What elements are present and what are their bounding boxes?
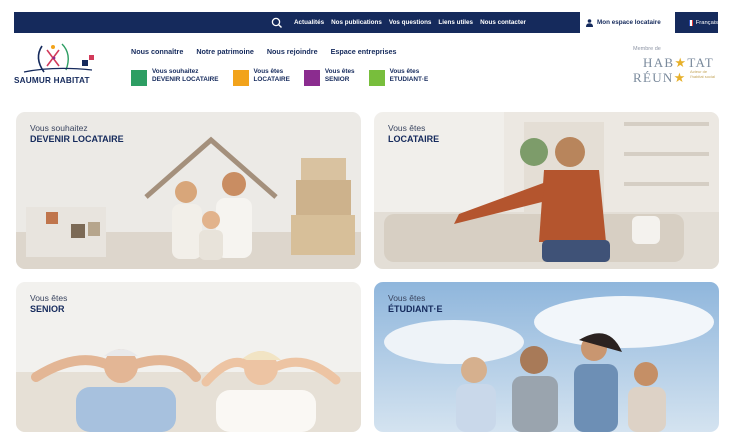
utility-links: Actualités Nos publications Vos question… — [294, 12, 526, 33]
user-icon — [586, 18, 593, 27]
shortcut-line1: Vous êtes — [324, 68, 355, 75]
orange-square-icon — [232, 70, 249, 86]
shortcut-line1: Vous souhaitez — [152, 68, 199, 75]
card-title-line2: DEVENIR LOCATAIRE — [30, 134, 124, 144]
saumur-habitat-logo[interactable]: SAUMUR HABITAT — [14, 40, 114, 92]
link-contact[interactable]: Nous contacter — [480, 19, 526, 26]
card-title-line1: Vous êtes — [30, 293, 68, 303]
card-title-line1: Vous êtes — [388, 293, 426, 303]
top-bar: Actualités Nos publications Vos question… — [14, 12, 718, 33]
lime-square-icon — [368, 70, 385, 86]
card-title-line2: ÉTUDIANT·E — [388, 304, 443, 314]
shortcut-line2: ETUDIANT·E — [389, 75, 429, 83]
french-flag-icon — [689, 19, 693, 26]
main-nav: Nous connaître Notre patrimoine Nous rej… — [131, 47, 397, 56]
star-icon: ★ — [673, 70, 687, 85]
shortcut-line2: LOCATAIRE — [253, 75, 290, 83]
logo-text: SAUMUR HABITAT — [14, 76, 90, 85]
audience-shortcuts: Vous souhaitez DEVENIR LOCATAIRE Vous ête… — [131, 68, 442, 86]
card-title-line2: SENIOR — [30, 304, 65, 314]
purple-square-icon — [303, 70, 320, 86]
card-locataire[interactable]: Vous êtes LOCATAIRE — [374, 112, 719, 269]
shortcut-etudiant[interactable]: Vous êtes ETUDIANT·E — [368, 68, 429, 86]
shortcut-senior[interactable]: Vous êtes SENIOR — [303, 68, 355, 86]
senior-couple-photo — [16, 282, 361, 432]
member-tat: TAT — [687, 55, 715, 70]
member-prefix: Membre de — [633, 46, 661, 52]
language-label: Français — [695, 19, 718, 26]
shortcut-devenir-locataire[interactable]: Vous souhaitez DEVENIR LOCATAIRE — [131, 68, 219, 86]
card-title-line1: Vous souhaitez — [30, 123, 88, 133]
nav-espace-entreprises[interactable]: Espace entreprises — [331, 47, 397, 56]
card-etudiant[interactable]: Vous êtes ÉTUDIANT·E — [374, 282, 719, 432]
tenant-space-label: Mon espace locataire — [597, 19, 661, 26]
shortcut-line2: DEVENIR LOCATAIRE — [152, 75, 219, 83]
link-actualites[interactable]: Actualités — [294, 19, 324, 26]
card-senior[interactable]: Vous êtes SENIOR — [16, 282, 361, 432]
member-hab: HAB — [643, 55, 675, 70]
tenant-space-button[interactable]: Mon espace locataire — [580, 12, 675, 33]
link-questions[interactable]: Vos questions — [389, 19, 432, 26]
shortcut-line2: SENIOR — [324, 75, 350, 83]
member-logo-line2: RÉUN★ — [633, 70, 687, 86]
nav-nous-connaitre[interactable]: Nous connaître — [131, 47, 183, 56]
nav-nous-rejoindre[interactable]: Nous rejoindre — [267, 47, 318, 56]
shortcut-line1: Vous êtes — [253, 68, 284, 75]
search-icon[interactable] — [270, 16, 284, 30]
card-caption: Vous êtes ÉTUDIANT·E — [388, 293, 443, 314]
card-caption: Vous êtes SENIOR — [30, 293, 67, 314]
language-selector[interactable]: Français — [681, 12, 718, 33]
link-liens-utiles[interactable]: Liens utiles — [438, 19, 473, 26]
card-title-line1: Vous êtes — [388, 123, 426, 133]
star-icon: ★ — [674, 55, 688, 70]
card-title-line2: LOCATAIRE — [388, 134, 440, 144]
member-tagline: Acteur de l'habitat social — [690, 69, 715, 79]
habitat-reunion-logo[interactable]: Membre de HAB★TAT RÉUN★ Acteur de l'habi… — [633, 46, 723, 96]
nav-notre-patrimoine[interactable]: Notre patrimoine — [196, 47, 254, 56]
card-caption: Vous souhaitez DEVENIR LOCATAIRE — [30, 123, 124, 144]
shortcut-line1: Vous êtes — [389, 68, 420, 75]
link-publications[interactable]: Nos publications — [331, 19, 382, 26]
card-caption: Vous êtes LOCATAIRE — [388, 123, 439, 144]
green-square-icon — [131, 70, 147, 86]
card-devenir-locataire[interactable]: Vous souhaitez DEVENIR LOCATAIRE — [16, 112, 361, 269]
member-reun: RÉUN — [633, 70, 674, 85]
shortcut-locataire[interactable]: Vous êtes LOCATAIRE — [232, 68, 290, 86]
logo-mark-icon — [23, 43, 94, 73]
